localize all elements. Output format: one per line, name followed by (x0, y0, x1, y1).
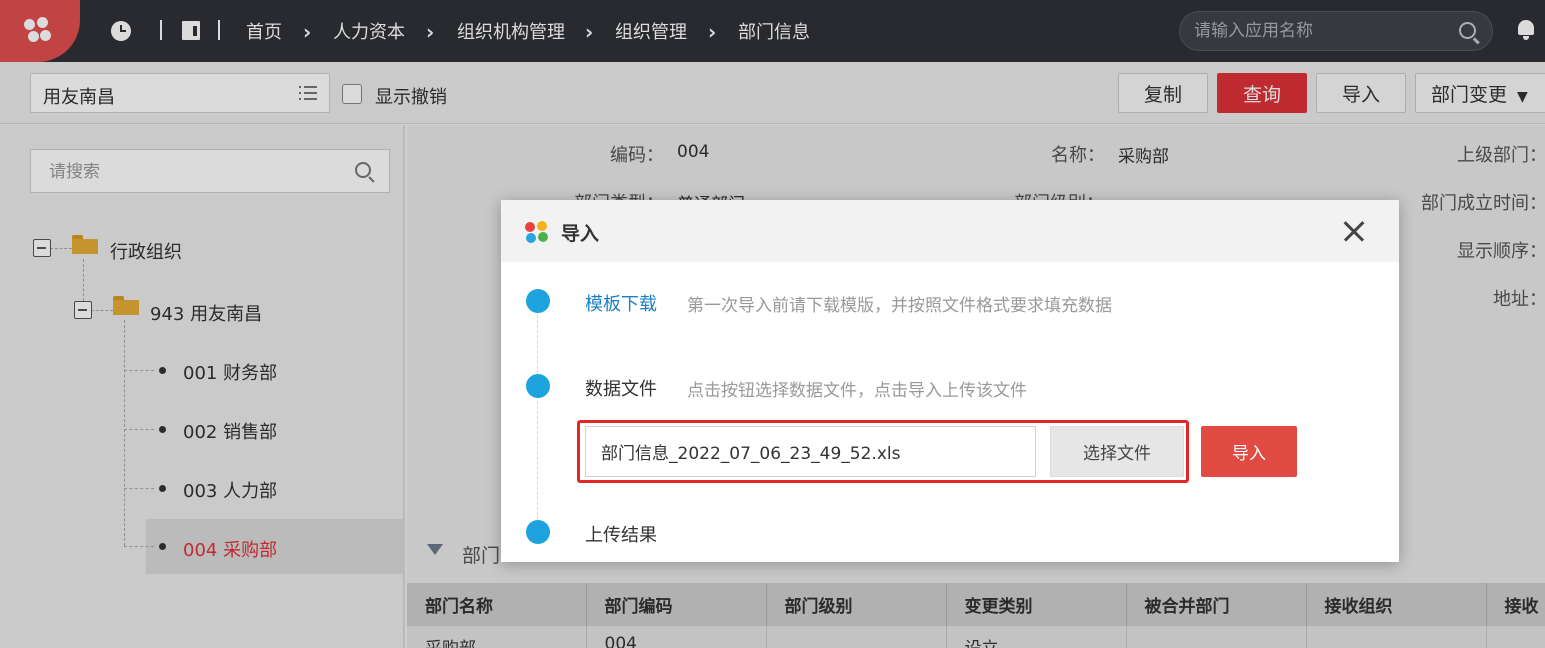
close-icon[interactable] (1343, 220, 1365, 242)
dialog-title: 导入 (561, 223, 600, 245)
step-connector (537, 300, 538, 530)
upload-result-step-title: 上传结果 (585, 525, 657, 546)
step-dot-icon (526, 520, 550, 544)
choose-file-button[interactable]: 选择文件 (1050, 426, 1184, 477)
import-dialog: 导入 模板下载 第一次导入前请下载模版，并按照文件格式要求填充数据 数据文件 点… (501, 200, 1399, 562)
step-dot-icon (526, 289, 550, 313)
dialog-header: 导入 (501, 200, 1399, 262)
data-file-step-title: 数据文件 (585, 379, 657, 400)
app-logo-icon (525, 221, 549, 243)
step-description: 点击按钮选择数据文件，点击导入上传该文件 (687, 381, 1027, 401)
step-dot-icon (526, 374, 550, 398)
import-submit-button[interactable]: 导入 (1201, 426, 1297, 477)
file-path-input[interactable] (585, 426, 1036, 477)
template-download-link[interactable]: 模板下载 (585, 290, 657, 316)
step-description: 第一次导入前请下载模版，并按照文件格式要求填充数据 (687, 296, 1112, 316)
